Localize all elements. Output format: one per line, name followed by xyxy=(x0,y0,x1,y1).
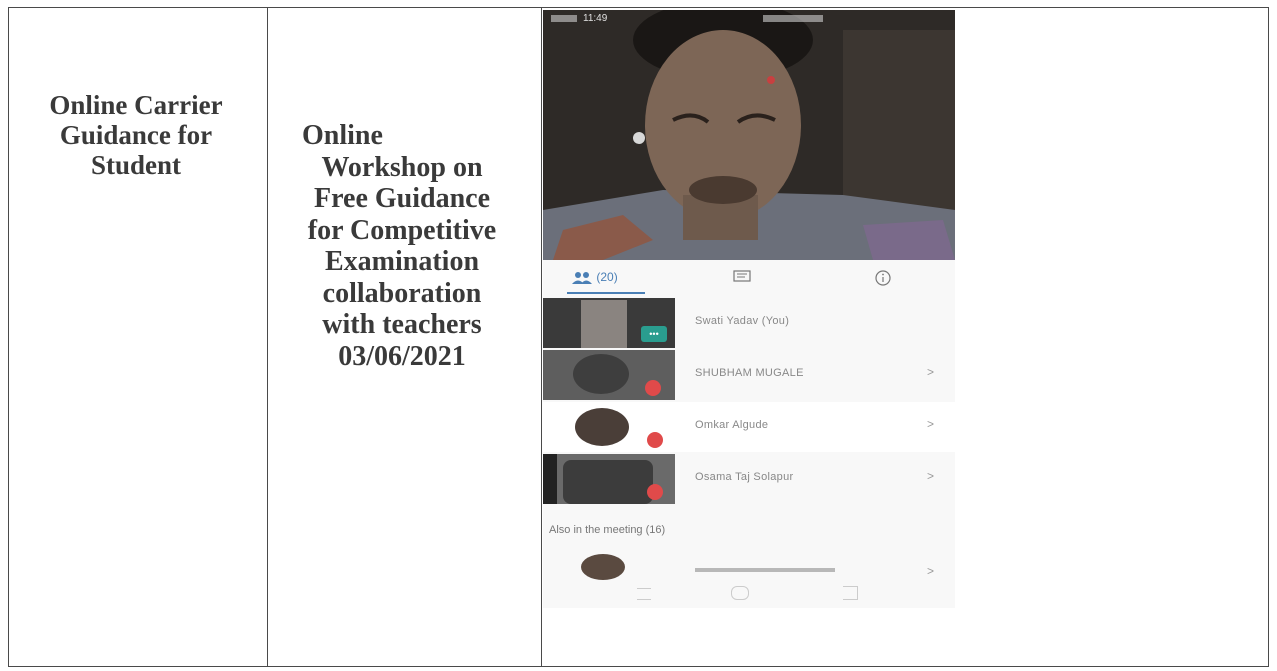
description-line: Workshop on xyxy=(321,151,483,183)
participant-row[interactable]: SHUBHAM MUGALE > xyxy=(543,350,955,400)
info-icon xyxy=(875,270,891,286)
mic-off-icon xyxy=(647,432,663,448)
description-line: Free Guidance xyxy=(313,183,490,214)
tab-chat[interactable] xyxy=(733,270,751,287)
description-line: for Competitive xyxy=(307,214,497,246)
status-icons xyxy=(763,15,823,22)
menu-icon[interactable] xyxy=(637,588,651,600)
participant-name-cropped xyxy=(695,568,835,572)
avatar xyxy=(581,554,625,580)
meeting-tabs: (20) xyxy=(543,262,955,298)
participant-video-image xyxy=(543,10,955,260)
description-line: collaboration xyxy=(322,277,482,309)
chevron-right-icon[interactable]: > xyxy=(927,417,934,431)
activity-title-line: Guidance for xyxy=(59,120,213,150)
activity-title-line: Student xyxy=(90,150,182,180)
chevron-right-icon[interactable]: > xyxy=(927,365,934,379)
participant-thumbnail xyxy=(543,350,675,400)
video-feed: 11:49 xyxy=(543,10,955,260)
activity-title: Online Carrier Guidance for Student xyxy=(16,90,256,180)
column-divider-2 xyxy=(541,8,542,666)
participant-row[interactable]: ••• Swati Yadav (You) xyxy=(543,298,955,348)
also-in-meeting-header: Also in the meeting (16) xyxy=(549,524,666,536)
description-line: 03/06/2021 xyxy=(338,340,466,372)
participant-row[interactable]: Osama Taj Solapur > xyxy=(543,454,955,504)
description-line: Examination xyxy=(324,246,480,277)
participant-name: Swati Yadav (You) xyxy=(695,315,790,327)
tab-participants[interactable]: (20) xyxy=(571,270,618,285)
avatar xyxy=(573,354,629,394)
people-icon xyxy=(572,271,592,284)
participant-row[interactable]: Omkar Algude > xyxy=(543,402,955,452)
participant-name: Omkar Algude xyxy=(695,419,769,431)
meeting-screenshot: 11:49 (20) ••• Swati Yadav (You) SHUBHAM… xyxy=(543,10,955,608)
participant-name: Osama Taj Solapur xyxy=(695,471,794,483)
column-divider-1 xyxy=(267,8,268,666)
back-icon[interactable] xyxy=(843,586,858,600)
mic-off-icon xyxy=(647,484,663,500)
description-line: with teachers xyxy=(322,309,482,340)
android-nav-bar xyxy=(543,582,955,608)
tab-info[interactable] xyxy=(875,270,891,289)
activity-description: Online Workshop on Free Guidance for Com… xyxy=(272,120,532,372)
speaking-icon: ••• xyxy=(641,326,667,342)
participant-name: SHUBHAM MUGALE xyxy=(695,367,804,379)
chat-icon xyxy=(733,270,751,282)
thumbnail-edge xyxy=(543,454,557,504)
chevron-right-icon[interactable]: > xyxy=(927,469,934,483)
status-time: 11:49 xyxy=(583,13,608,24)
avatar xyxy=(575,408,629,446)
status-bar: 11:49 xyxy=(543,10,955,28)
participant-silhouette xyxy=(563,460,653,504)
chevron-right-icon[interactable]: > xyxy=(927,564,934,578)
signal-icon xyxy=(551,15,577,22)
mic-off-icon xyxy=(645,380,661,396)
participants-count: (20) xyxy=(596,270,618,284)
activity-title-line: Online Carrier xyxy=(49,90,223,120)
participant-thumbnail xyxy=(543,454,675,504)
description-line: Online xyxy=(302,120,383,151)
participant-row-partial[interactable]: > xyxy=(543,550,955,582)
active-tab-indicator xyxy=(567,292,645,294)
self-preview xyxy=(581,300,627,348)
participant-thumbnail: ••• xyxy=(543,298,675,348)
home-icon[interactable] xyxy=(731,586,749,600)
